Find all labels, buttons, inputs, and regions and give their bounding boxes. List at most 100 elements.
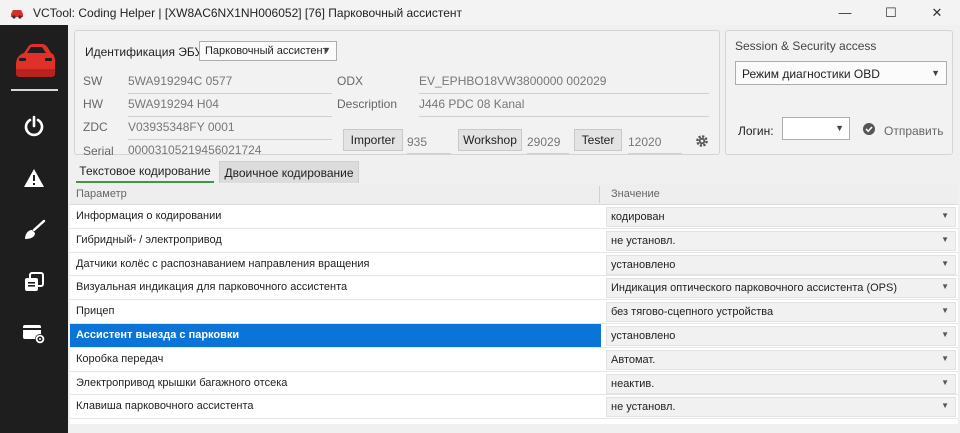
column-divider[interactable] xyxy=(599,186,600,203)
row-value-select[interactable]: установлено ▼ xyxy=(606,325,956,346)
send-button[interactable]: Отправить xyxy=(884,124,944,138)
ecu-select-value: Парковочный ассистент xyxy=(205,45,328,57)
chevron-down-icon: ▼ xyxy=(835,123,844,133)
column-header-value[interactable]: Значение xyxy=(611,188,660,200)
tester-value: 12020 xyxy=(628,135,682,154)
row-value-select[interactable]: неактив. ▼ xyxy=(606,373,956,394)
table-row[interactable]: Гибридный- / электропривод не установл. ▼ xyxy=(70,228,958,253)
title-bar: VCTool: Coding Helper | [XW8AC6NX1NH0060… xyxy=(0,0,960,25)
login-label: Логин: xyxy=(738,124,774,138)
row-param: Коробка передач xyxy=(76,352,164,365)
tab-text-coding[interactable]: Текстовое кодирование xyxy=(76,161,214,183)
ecu-label: Идентификация ЭБУ xyxy=(85,45,203,59)
importer-label: Importer xyxy=(343,129,403,151)
row-value-select[interactable]: установлено ▼ xyxy=(606,254,956,275)
table-row[interactable]: Информация о кодировании кодирован ▼ xyxy=(70,205,958,229)
diagnostic-mode-select[interactable]: Режим диагностики OBD ▼ xyxy=(735,61,947,85)
row-param: Ассистент выезда с парковки xyxy=(76,328,240,341)
description-value: J446 PDC 08 Kanal xyxy=(419,97,709,117)
chevron-down-icon: ▼ xyxy=(941,401,949,411)
diagnostic-mode-value: Режим диагностики OBD xyxy=(742,67,880,81)
chevron-down-icon: ▼ xyxy=(941,211,949,220)
sidebar xyxy=(0,25,68,433)
row-value: Автомат. xyxy=(611,353,656,366)
table-row[interactable]: Электропривод крышки багажного отсека не… xyxy=(70,371,958,396)
chevron-down-icon: ▼ xyxy=(941,329,949,339)
serial-value: 00003105219456021724 xyxy=(128,143,262,157)
main-content: Идентификация ЭБУ Парковочный ассистент … xyxy=(68,25,960,433)
app-car-icon xyxy=(11,9,23,19)
row-value-select[interactable]: без тягово-сцепного устройства ▼ xyxy=(606,302,956,323)
row-param: Электропривод крышки багажного отсека xyxy=(76,376,288,389)
chevron-down-icon: ▼ xyxy=(322,45,331,55)
row-param: Клавиша парковочного ассистента xyxy=(76,400,254,413)
chevron-down-icon: ▼ xyxy=(941,234,949,244)
table-row[interactable]: Клавиша парковочного ассистента не устан… xyxy=(70,395,958,420)
row-value-select[interactable]: не установл. ▼ xyxy=(606,230,956,251)
row-value-select[interactable]: кодирован ▼ xyxy=(606,207,956,227)
description-label: Description xyxy=(337,97,398,111)
column-header-param[interactable]: Параметр xyxy=(76,188,127,200)
row-value: не установл. xyxy=(611,401,676,414)
workshop-value: 29029 xyxy=(527,135,569,154)
sw-label: SW xyxy=(83,74,103,88)
row-value: установлено xyxy=(611,258,676,271)
odx-value: EV_EPHBO18VW3800000 002029 xyxy=(419,74,709,94)
session-security-panel: Session & Security access Режим диагност… xyxy=(725,30,953,155)
row-value: установлено xyxy=(611,329,676,342)
serial-label: Serial xyxy=(83,144,114,158)
chevron-down-icon: ▼ xyxy=(931,68,940,78)
session-title: Session & Security access xyxy=(735,39,877,53)
warning-icon[interactable] xyxy=(22,166,46,190)
hw-label: HW xyxy=(83,97,103,111)
chevron-down-icon: ▼ xyxy=(941,377,949,387)
ecu-identification-panel: Идентификация ЭБУ Парковочный ассистент … xyxy=(74,30,720,158)
minimize-button[interactable]: — xyxy=(822,0,868,25)
row-param: Гибридный- / электропривод xyxy=(76,233,222,246)
check-circle-icon[interactable] xyxy=(863,123,875,135)
zdc-label: ZDC xyxy=(83,120,108,134)
row-param: Визуальная индикация для парковочного ас… xyxy=(76,281,348,294)
table-row[interactable]: Прицеп без тягово-сцепного устройства ▼ xyxy=(70,300,958,324)
brush-icon[interactable] xyxy=(22,218,46,242)
row-value-select[interactable]: не установл. ▼ xyxy=(606,397,956,418)
chevron-down-icon: ▼ xyxy=(941,306,949,316)
close-button[interactable]: ✕ xyxy=(914,0,960,25)
row-param: Прицеп xyxy=(76,305,115,318)
table-row[interactable]: Коробка передач Автомат. ▼ xyxy=(70,347,958,372)
row-param: Датчики колёс с распознаванием направлен… xyxy=(76,257,370,270)
table-row[interactable]: Визуальная индикация для парковочного ас… xyxy=(70,276,958,301)
chevron-down-icon: ▼ xyxy=(941,258,949,268)
importer-value: 935 xyxy=(407,135,451,154)
row-value: Индикация оптического парковочного ассис… xyxy=(611,282,897,295)
maximize-button[interactable]: ☐ xyxy=(868,0,914,25)
sw-value: 5WA919294C 0577 xyxy=(128,74,332,94)
row-value: кодирован xyxy=(611,211,665,223)
hw-value: 5WA919294 H04 xyxy=(128,97,332,117)
row-value: без тягово-сцепного устройства xyxy=(611,306,774,319)
window-title: VCTool: Coding Helper | [XW8AC6NX1NH0060… xyxy=(33,5,463,20)
workshop-label: Workshop xyxy=(458,129,522,151)
power-icon[interactable] xyxy=(22,114,46,138)
sidebar-active-indicator xyxy=(11,89,58,91)
table-header: Параметр Значение xyxy=(70,184,958,205)
gear-icon[interactable] xyxy=(695,134,709,148)
odx-label: ODX xyxy=(337,74,364,88)
table-row-selected[interactable]: Ассистент выезда с парковки установлено ▼ xyxy=(70,323,958,348)
row-value-select[interactable]: Автомат. ▼ xyxy=(606,349,956,370)
tester-label: Tester xyxy=(574,129,622,151)
row-value-select[interactable]: Индикация оптического парковочного ассис… xyxy=(606,278,956,299)
settings-card-icon[interactable] xyxy=(22,322,46,346)
tab-binary-coding[interactable]: Двоичное кодирование xyxy=(219,161,359,183)
row-param: Информация о кодировании xyxy=(76,210,222,222)
chevron-down-icon: ▼ xyxy=(941,282,949,292)
login-select[interactable]: ▼ xyxy=(782,117,850,140)
coding-table: Параметр Значение Информация о кодирован… xyxy=(70,184,958,424)
chevron-down-icon: ▼ xyxy=(941,353,949,363)
row-value: не установл. xyxy=(611,234,676,247)
table-row[interactable]: Датчики колёс с распознаванием направлен… xyxy=(70,252,958,277)
zdc-value: V03935348FY 0001 xyxy=(128,120,332,140)
copy-icon[interactable] xyxy=(22,270,46,294)
car-logo-icon[interactable] xyxy=(12,42,56,82)
ecu-select[interactable]: Парковочный ассистент ▼ xyxy=(199,41,337,61)
